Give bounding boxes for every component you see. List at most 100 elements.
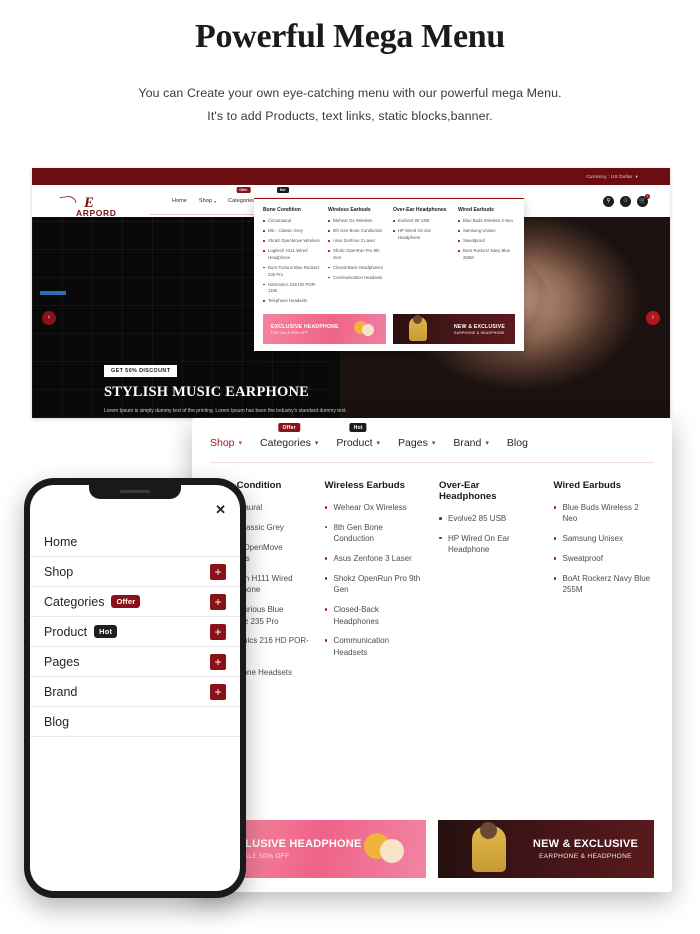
mobile-menu-item-home[interactable]: Home: [30, 527, 240, 557]
close-icon[interactable]: ✕: [215, 503, 226, 516]
list-item[interactable]: HP Wired On Ear Headphone: [439, 533, 540, 556]
mobile-menu-item-blog[interactable]: Blog: [30, 707, 240, 737]
mega-column-heading: Wireless Earbuds: [324, 480, 405, 491]
user-account-icon[interactable]: ☃: [620, 195, 631, 207]
list-item[interactable]: Blue Buds Wireless 2 Neo: [553, 502, 655, 525]
mega-menu-columns: Bone Condition Circumaural Mic - Classic…: [263, 207, 515, 308]
list-item[interactable]: Sweatproof: [553, 553, 655, 564]
promo-banner-exclusive-headphone[interactable]: EXCLUSIVE HEADPHONE FOR SALE 50% OFF: [263, 314, 386, 345]
mega-column-wired-earbuds: Wired Earbuds Blue Buds Wireless 2 Neo S…: [553, 480, 655, 686]
list-item[interactable]: Harmonics 216 HD POR-1185: [263, 282, 320, 295]
nav-item-shop[interactable]: Shop ▾: [199, 195, 216, 207]
nav-item-label: Brand: [453, 437, 482, 449]
list-item[interactable]: Evolve2 85 USB: [439, 513, 540, 524]
promo-banner-subtitle: EARPHONE & HEADPHONE: [454, 331, 505, 336]
expand-plus-icon[interactable]: +: [210, 683, 226, 700]
list-item[interactable]: Wehear Ox Wireless: [324, 502, 426, 513]
list-item[interactable]: Samsung Unisex: [458, 228, 515, 235]
page-subtitle: You can Create your own eye-catching men…: [0, 82, 700, 128]
mega-column-bone-condition: Bone Condition Circumaural Mic - Classic…: [263, 207, 320, 308]
mega-menu-banners: EXCLUSIVE HEADPHONE FOR SALE 50% OFF NEW…: [210, 820, 654, 878]
expand-plus-icon[interactable]: +: [210, 563, 226, 580]
nav-item-label: Categories: [228, 198, 256, 204]
desktop-site-mockup: ☎ +1 (03) 8425/33 Currency : US Dollar ▾…: [32, 168, 670, 418]
mega-column-over-ear-headphones: Over-Ear Headphones Evolve2 85 USB HP Wi…: [439, 480, 540, 686]
mobile-menu-item-categories[interactable]: Categories Offer +: [30, 587, 240, 617]
hero-heading: STYLISH MUSIC EARPHONE: [104, 384, 310, 400]
list-item[interactable]: Evolve2 85 USB: [393, 218, 450, 225]
nav-badge-hot: Hot: [349, 423, 367, 432]
promo-banner-new-exclusive[interactable]: NEW & EXCLUSIVE EARPHONE & HEADPHONE: [438, 820, 654, 878]
list-item[interactable]: 8th Gen Bone Conduction: [324, 522, 426, 545]
cart-count-badge: 0: [645, 193, 650, 199]
list-item[interactable]: Communication Headsets: [324, 635, 426, 658]
nav-item-blog[interactable]: Blog: [507, 434, 528, 452]
nav-item-label: Home: [172, 198, 187, 204]
list-item[interactable]: Logitech H111 Wired Headphone: [263, 248, 320, 261]
mobile-menu-label: Pages: [44, 654, 80, 669]
slider-prev-arrow-icon[interactable]: ‹: [42, 310, 56, 325]
list-item[interactable]: Blue Buds Wireless 2 Neo: [458, 218, 515, 225]
promo-banner-text: NEW & EXCLUSIVE EARPHONE & HEADPHONE: [446, 324, 515, 336]
currency-label: Currency : US Dollar: [586, 174, 633, 179]
mega-menu-navigation: Shop ▾ Offer Categories ▾ Hot Product ▾ …: [210, 423, 654, 463]
nav-item-label: Shop: [198, 198, 212, 204]
list-item[interactable]: Asus Zenfone 3 Laser: [328, 238, 385, 245]
list-item[interactable]: Circumaural: [263, 218, 320, 225]
mobile-menu-item-product[interactable]: Product Hot +: [30, 617, 240, 647]
nav-badge-offer: Offer: [236, 187, 251, 194]
mega-column-wired-earbuds: Wired Earbuds Blue Buds Wireless 2 Neo S…: [458, 207, 515, 308]
mobile-menu-label: Shop: [44, 564, 74, 579]
nav-item-brand[interactable]: Brand ▾: [453, 434, 489, 452]
nav-item-product[interactable]: Hot Product ▾: [336, 423, 381, 452]
list-item[interactable]: BoAt Rockerz Navy Blue 255M: [553, 573, 655, 596]
list-item[interactable]: Mic - Classic Grey: [263, 228, 320, 235]
mobile-menu-label: Home: [44, 534, 78, 549]
expand-plus-icon[interactable]: +: [210, 593, 226, 610]
list-item[interactable]: HP Wired On Ear Headphone: [393, 228, 450, 241]
nav-item-categories[interactable]: Offer Categories ▾: [260, 423, 319, 452]
list-item[interactable]: Shokz OpenRun Pro 9th Gen: [324, 573, 426, 596]
promo-banner-subtitle: FOR SALE 50% OFF: [271, 331, 309, 336]
list-item[interactable]: BoAt Furious Blue Rockerz 235 Pro: [263, 265, 320, 278]
list-item[interactable]: Asus Zenfone 3 Laser: [324, 553, 426, 564]
chevron-down-icon: ▾: [376, 440, 381, 447]
nav-item-shop[interactable]: Shop ▾: [210, 434, 242, 452]
mobile-menu-label: Product: [44, 624, 88, 639]
promo-banner-title: NEW & EXCLUSIVE: [453, 323, 505, 330]
promo-banner-new-exclusive[interactable]: NEW & EXCLUSIVE EARPHONE & HEADPHONE: [392, 314, 515, 345]
mega-column-list: Wehear Ox Wireless 8th Gen Bone Conducti…: [324, 502, 426, 658]
phone-notch: [89, 485, 181, 499]
expand-plus-icon[interactable]: +: [210, 653, 226, 670]
list-item[interactable]: Telephone Headsets: [263, 298, 320, 305]
nav-item-label: Product: [336, 437, 373, 449]
list-item[interactable]: Samsung Unisex: [553, 533, 655, 544]
currency-selector[interactable]: Currency : US Dollar ▾: [586, 174, 638, 180]
slider-next-arrow-icon[interactable]: ›: [646, 310, 660, 325]
expand-plus-icon[interactable]: +: [210, 623, 226, 640]
list-item[interactable]: Closed-Back Headphones: [328, 265, 385, 272]
person-illustration-icon: [472, 822, 506, 872]
promo-banner-title: NEW & EXCLUSIVE: [532, 838, 638, 850]
list-item[interactable]: 8th Gen Bone Conduction: [328, 228, 385, 235]
list-item[interactable]: Closed-Back Headphones: [324, 604, 426, 627]
promo-banner-title: EXCLUSIVE HEADPHONE: [271, 323, 339, 330]
list-item[interactable]: Shokz OpenMove Wireless: [263, 238, 320, 245]
list-item[interactable]: Shokz OpenRun Pro 9th Gen: [328, 248, 385, 261]
cart-icon[interactable]: 🛒 0: [637, 193, 650, 207]
mega-column-list: Blue Buds Wireless 2 Neo Samsung Unisex …: [553, 502, 655, 596]
list-item[interactable]: Communication Headsets: [328, 275, 385, 282]
search-icon[interactable]: ⚲: [603, 195, 614, 207]
mobile-menu-item-brand[interactable]: Brand +: [30, 677, 240, 707]
nav-item-pages[interactable]: Pages ▾: [398, 434, 435, 452]
nav-item-home[interactable]: Home: [172, 195, 187, 207]
list-item[interactable]: Wehear Ox Wireless: [328, 218, 385, 225]
mobile-menu-item-shop[interactable]: Shop +: [30, 557, 240, 587]
mobile-menu-item-pages[interactable]: Pages +: [30, 647, 240, 677]
mega-column-heading: Over-Ear Headphones: [439, 480, 497, 502]
list-item[interactable]: BoAt Rockerz Navy Blue 255M: [458, 248, 515, 261]
list-item[interactable]: Sweatproof: [458, 238, 515, 245]
site-logo[interactable]: E ARPORD: [54, 194, 140, 218]
chevron-down-icon: ▾: [314, 440, 319, 447]
logo-swash-icon: [59, 194, 77, 205]
